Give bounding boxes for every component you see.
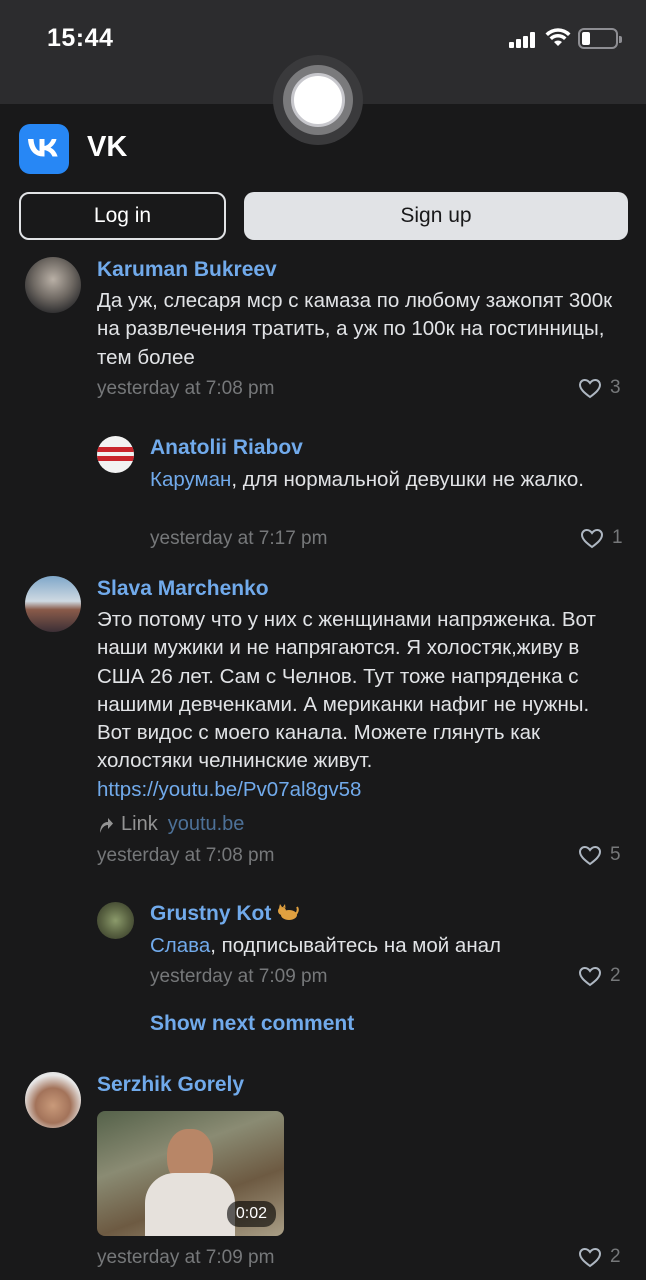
comment-author[interactable]: Anatolii Riabov	[150, 436, 303, 460]
avatar[interactable]	[97, 902, 134, 939]
comment-time[interactable]: yesterday at 7:09 pm	[150, 966, 327, 988]
signup-button[interactable]: Sign up	[244, 192, 628, 240]
like-button[interactable]: 3	[578, 377, 621, 399]
video-attachment[interactable]: 0:02	[97, 1111, 284, 1236]
app-title: VK	[87, 131, 128, 163]
avatar[interactable]	[25, 1072, 81, 1128]
comment-time[interactable]: yesterday at 7:08 pm	[97, 845, 274, 867]
heart-icon	[578, 378, 602, 398]
video-duration: 0:02	[226, 1201, 276, 1227]
comment-author[interactable]: Slava Marchenko	[97, 577, 269, 601]
mention-link[interactable]: Слава	[150, 934, 210, 957]
comment-text: Слава, подписывайтесь на мой анал	[150, 934, 502, 957]
like-count: 5	[610, 844, 621, 865]
like-button[interactable]: 1	[580, 527, 623, 549]
assistive-touch-button[interactable]	[273, 55, 363, 145]
share-arrow-icon	[100, 817, 113, 833]
link-domain: youtu.be	[167, 813, 245, 835]
avatar[interactable]	[25, 257, 81, 313]
like-count: 1	[612, 527, 623, 548]
comment-time[interactable]: yesterday at 7:17 pm	[150, 528, 327, 550]
battery-icon	[578, 28, 622, 49]
comment-url[interactable]: https://youtu.be/Pv07al8gv58	[97, 778, 361, 801]
like-button[interactable]: 5	[578, 844, 621, 866]
signal-icon	[509, 32, 537, 48]
comment-time[interactable]: yesterday at 7:08 pm	[97, 378, 274, 400]
link-attachment[interactable]: Link youtu.be	[97, 813, 244, 836]
avatar[interactable]	[97, 436, 134, 473]
heart-icon	[578, 1247, 602, 1267]
like-count: 2	[610, 1246, 621, 1267]
like-button[interactable]: 2	[578, 1246, 621, 1268]
mention-link[interactable]: Каруман	[150, 468, 231, 491]
heart-icon	[578, 966, 602, 986]
comment-text: Да уж, слесаря мср с камаза по любому за…	[97, 289, 613, 369]
comment-text: Каруман, для нормальной девушки не жалко…	[150, 468, 585, 491]
heart-icon	[578, 845, 602, 865]
avatar[interactable]	[25, 576, 81, 632]
comment-author[interactable]: Karuman Bukreev	[97, 258, 277, 282]
wifi-icon	[545, 28, 571, 46]
login-button[interactable]: Log in	[19, 192, 226, 240]
link-label: Link	[121, 813, 158, 835]
like-count: 2	[610, 965, 621, 986]
like-button[interactable]: 2	[578, 965, 621, 987]
comment-author[interactable]: Serzhik Gorely	[97, 1073, 244, 1097]
show-next-comment-button[interactable]: Show next comment	[150, 1012, 354, 1036]
vk-logo-icon	[19, 124, 69, 174]
comment-text: Это потому что у них с женщинами напряже…	[97, 608, 596, 801]
cat-emoji-icon	[278, 904, 300, 920]
comment-time[interactable]: yesterday at 7:09 pm	[97, 1247, 274, 1269]
status-time: 15:44	[47, 24, 114, 52]
heart-icon	[580, 528, 604, 548]
comment-author[interactable]: Grustny Kot	[150, 902, 300, 926]
like-count: 3	[610, 377, 621, 398]
